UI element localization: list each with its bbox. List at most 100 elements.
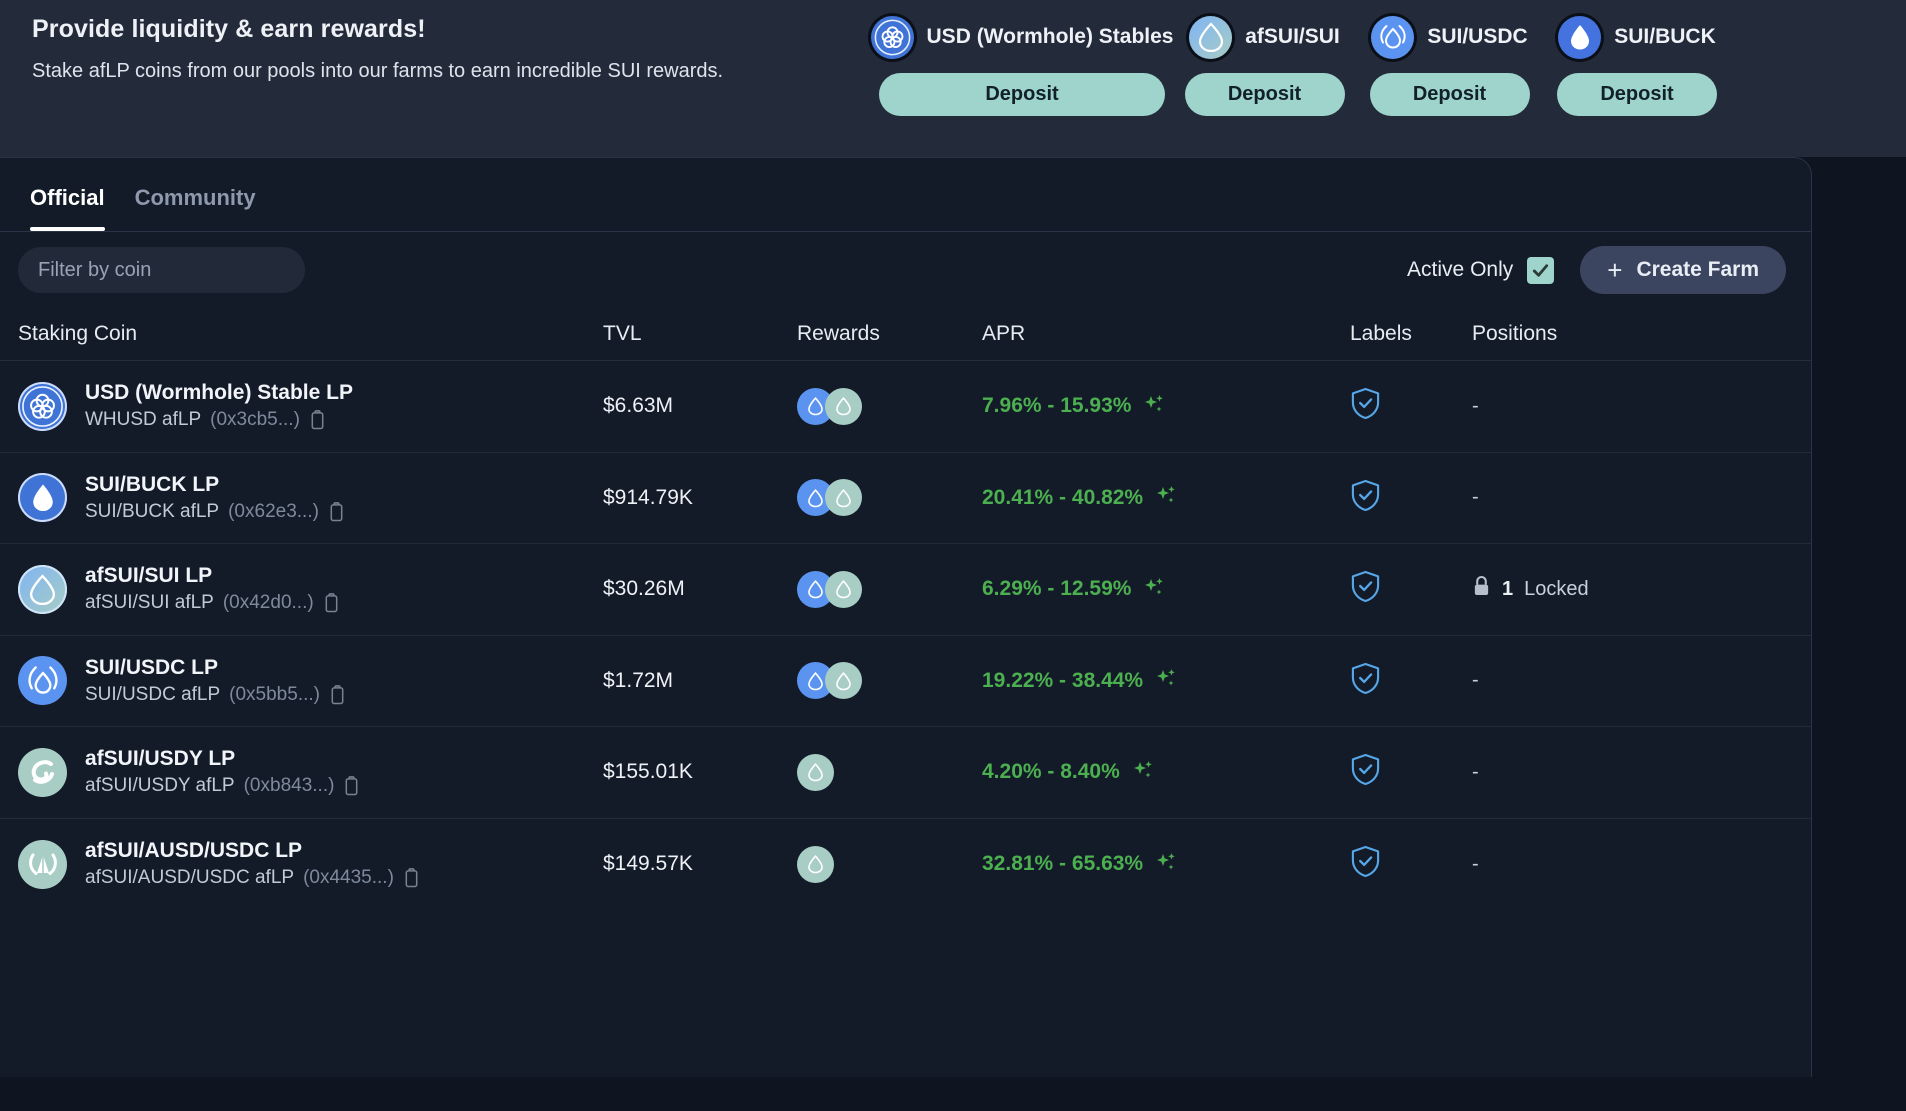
coin-icon-afsui-sui bbox=[18, 564, 67, 614]
apr-group: 7.96% - 15.93% bbox=[982, 392, 1350, 421]
sui-buck-coin-icon bbox=[1558, 15, 1602, 59]
banner-subtitle: Stake afLP coins from our pools into our… bbox=[32, 60, 724, 82]
coin-title: USD (Wormhole) Stable LP bbox=[85, 381, 353, 405]
coin-name-block: SUI/USDC LP SUI/USDC afLP (0x5bb5...) bbox=[85, 656, 346, 706]
cell-apr: 7.96% - 15.93% bbox=[982, 392, 1350, 421]
cell-positions: 1 Locked bbox=[1472, 575, 1811, 604]
apr-value: 32.81% - 65.63% bbox=[982, 852, 1144, 876]
deposit-button-sui-buck[interactable]: Deposit bbox=[1557, 73, 1717, 116]
cell-staking-coin: afSUI/AUSD/USDC LP afSUI/AUSD/USDC afLP … bbox=[18, 839, 603, 889]
coin-address: (0x5bb5...) bbox=[229, 683, 320, 705]
coin-symbol: SUI/USDC afLP bbox=[85, 683, 221, 705]
active-only-label: Active Only bbox=[1407, 258, 1514, 281]
table-row[interactable]: afSUI/SUI LP afSUI/SUI afLP (0x42d0...) … bbox=[0, 544, 1811, 636]
deposit-button-sui-usdc[interactable]: Deposit bbox=[1369, 73, 1530, 116]
position-status: Locked bbox=[1524, 577, 1589, 600]
reward-icon-group bbox=[797, 479, 982, 517]
plus-icon: + bbox=[1607, 255, 1623, 285]
deposit-button-afsui-sui[interactable]: Deposit bbox=[1184, 73, 1345, 116]
coin-subtitle: SUI/BUCK afLP (0x62e3...) bbox=[85, 501, 345, 523]
tvl-value: $1.72M bbox=[603, 668, 674, 692]
apr-group: 32.81% - 65.63% bbox=[982, 850, 1350, 879]
toolbar-right-group: Active Only + Create Farm bbox=[1407, 246, 1786, 294]
reward-icon-group bbox=[797, 753, 982, 791]
coin-symbol: afSUI/AUSD/USDC afLP bbox=[85, 867, 295, 889]
coin-subtitle: SUI/USDC afLP (0x5bb5...) bbox=[85, 684, 346, 706]
position-empty: - bbox=[1472, 394, 1479, 417]
reward-icon-afsui bbox=[825, 570, 862, 608]
column-header-labels: Labels bbox=[1350, 322, 1412, 345]
lock-icon bbox=[1472, 575, 1491, 604]
copy-address-icon[interactable] bbox=[403, 868, 420, 888]
deposit-button-usd-wormhole-stables[interactable]: Deposit bbox=[879, 73, 1165, 116]
afsui-sui-coin-icon bbox=[1189, 15, 1233, 59]
cell-rewards bbox=[797, 662, 982, 700]
check-icon bbox=[1533, 263, 1549, 277]
apr-group: 20.41% - 40.82% bbox=[982, 483, 1350, 512]
create-farm-button[interactable]: + Create Farm bbox=[1580, 246, 1786, 294]
table-row[interactable]: USD (Wormhole) Stable LP WHUSD afLP (0x3… bbox=[0, 361, 1811, 453]
cell-staking-coin: SUI/BUCK LP SUI/BUCK afLP (0x62e3...) bbox=[18, 473, 603, 523]
promo-header: USD (Wormhole) Stables bbox=[870, 8, 1174, 66]
copy-address-icon[interactable] bbox=[323, 593, 340, 613]
coin-subtitle: WHUSD afLP (0x3cb5...) bbox=[85, 409, 353, 431]
promo-card-sui-usdc: SUI/USDC Deposit bbox=[1357, 8, 1542, 116]
sparkle-icon bbox=[1154, 850, 1178, 879]
filter-by-coin-input[interactable] bbox=[18, 247, 305, 293]
table-row[interactable]: afSUI/AUSD/USDC LP afSUI/AUSD/USDC afLP … bbox=[0, 819, 1811, 911]
coin-name-block: afSUI/AUSD/USDC LP afSUI/AUSD/USDC afLP … bbox=[85, 839, 420, 889]
tab-official[interactable]: Official bbox=[30, 158, 105, 231]
coin-address: (0x4435...) bbox=[303, 867, 394, 889]
coin-subtitle: afSUI/USDY afLP (0xb843...) bbox=[85, 775, 360, 797]
cell-rewards bbox=[797, 570, 982, 608]
cell-tvl: $6.63M bbox=[603, 394, 797, 418]
cell-tvl: $155.01K bbox=[603, 760, 797, 784]
apr-group: 4.20% - 8.40% bbox=[982, 758, 1350, 787]
promo-header: afSUI/SUI bbox=[1189, 8, 1340, 66]
coin-icon-afsui-usdy bbox=[18, 747, 67, 797]
coin-title: afSUI/USDY LP bbox=[85, 747, 236, 771]
column-header-staking-coin: Staking Coin bbox=[18, 322, 138, 345]
banner-text-block: Provide liquidity & earn rewards! Stake … bbox=[0, 0, 860, 86]
table-toolbar: Active Only + Create Farm bbox=[0, 232, 1811, 308]
reward-icon-group bbox=[797, 845, 982, 883]
reward-icon-afsui bbox=[797, 845, 834, 883]
coin-name-block: USD (Wormhole) Stable LP WHUSD afLP (0x3… bbox=[85, 381, 353, 431]
tvl-value: $6.63M bbox=[603, 394, 674, 418]
active-only-checkbox[interactable] bbox=[1527, 256, 1555, 284]
coin-icon-sui-buck bbox=[18, 473, 67, 523]
table-row[interactable]: SUI/USDC LP SUI/USDC afLP (0x5bb5...) $1… bbox=[0, 636, 1811, 727]
active-only-control[interactable]: Active Only bbox=[1407, 256, 1555, 284]
copy-address-icon[interactable] bbox=[329, 684, 346, 705]
table-row[interactable]: SUI/BUCK LP SUI/BUCK afLP (0x62e3...) $9… bbox=[0, 453, 1811, 544]
cell-labels bbox=[1350, 662, 1472, 700]
copy-address-icon[interactable] bbox=[309, 410, 326, 430]
reward-icon-afsui bbox=[797, 753, 834, 791]
reward-icon-afsui bbox=[825, 387, 862, 425]
position-empty: - bbox=[1472, 852, 1479, 875]
banner-title: Provide liquidity & earn rewards! bbox=[32, 15, 426, 43]
apr-group: 6.29% - 12.59% bbox=[982, 575, 1350, 604]
coin-title: afSUI/AUSD/USDC LP bbox=[85, 839, 303, 863]
table-row[interactable]: afSUI/USDY LP afSUI/USDY afLP (0xb843...… bbox=[0, 727, 1811, 819]
position-locked: 1 Locked bbox=[1472, 575, 1811, 604]
cell-tvl: $149.57K bbox=[603, 852, 797, 876]
cell-apr: 20.41% - 40.82% bbox=[982, 483, 1350, 512]
cell-positions: - bbox=[1472, 669, 1811, 692]
cell-staking-coin: SUI/USDC LP SUI/USDC afLP (0x5bb5...) bbox=[18, 656, 603, 706]
copy-address-icon[interactable] bbox=[343, 776, 360, 796]
cell-labels bbox=[1350, 753, 1472, 791]
apr-value: 7.96% - 15.93% bbox=[982, 394, 1132, 418]
coin-icon-afsui-ausd-usdc bbox=[18, 839, 67, 889]
coin-name-block: SUI/BUCK LP SUI/BUCK afLP (0x62e3...) bbox=[85, 473, 345, 523]
coin-title: SUI/USDC LP bbox=[85, 655, 219, 679]
coin-name-block: afSUI/USDY LP afSUI/USDY afLP (0xb843...… bbox=[85, 747, 360, 797]
verified-shield-icon bbox=[1350, 571, 1381, 607]
cell-labels bbox=[1350, 479, 1472, 517]
cell-labels bbox=[1350, 570, 1472, 608]
apr-value: 4.20% - 8.40% bbox=[982, 760, 1120, 784]
tab-community[interactable]: Community bbox=[135, 158, 256, 231]
coin-title: afSUI/SUI LP bbox=[85, 564, 213, 588]
copy-address-icon[interactable] bbox=[328, 501, 345, 522]
cell-rewards bbox=[797, 387, 982, 425]
